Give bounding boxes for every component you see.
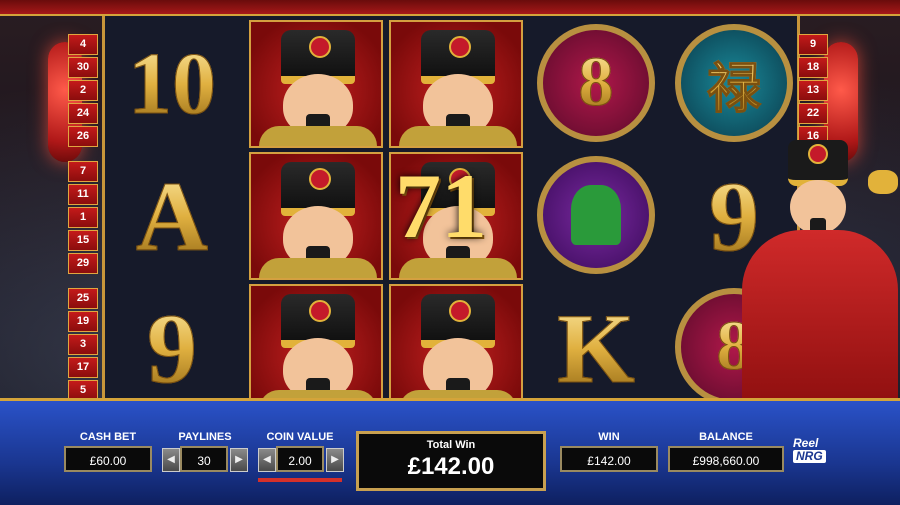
symbol-fortune-god xyxy=(249,152,383,280)
symbol-dragon-coin: 8 xyxy=(529,20,663,148)
payline-number[interactable]: 4 xyxy=(68,34,98,55)
big-win-number: 71 xyxy=(395,155,487,257)
symbol-9: 9 xyxy=(147,292,198,404)
payline-number[interactable]: 22 xyxy=(798,103,828,124)
symbol-bonsai-coin xyxy=(529,152,663,280)
payline-number[interactable]: 11 xyxy=(68,184,98,205)
paylines-label: PAYLINES xyxy=(178,431,232,443)
symbol-fortune-god xyxy=(249,284,383,412)
symbol-fortune-god xyxy=(389,284,523,412)
reel-nrg-logo: Reel NRG xyxy=(793,437,843,463)
symbol-fortune-coin: 禄 xyxy=(667,20,801,148)
payline-number[interactable]: 13 xyxy=(798,80,828,101)
win-value: £142.00 xyxy=(560,446,658,472)
coin-value-value: 2.00 xyxy=(276,446,324,472)
symbol-10: 10 xyxy=(128,35,217,133)
symbol-fortune-god xyxy=(249,20,383,148)
coin-value-label: COIN VALUE xyxy=(266,431,334,443)
coin-value-decrease-button[interactable]: ◀ xyxy=(258,448,276,472)
payline-number[interactable]: 24 xyxy=(68,103,98,124)
payline-number[interactable]: 9 xyxy=(798,34,828,55)
payline-number[interactable]: 2 xyxy=(68,80,98,101)
symbol-k: K xyxy=(557,292,636,404)
payline-number[interactable]: 15 xyxy=(68,230,98,251)
symbol-a: A xyxy=(135,160,209,272)
paylines-value: 30 xyxy=(180,446,228,472)
payline-number[interactable]: 1 xyxy=(68,207,98,228)
payline-number[interactable]: 18 xyxy=(798,57,828,78)
payline-number[interactable]: 25 xyxy=(68,288,98,309)
payline-number[interactable]: 30 xyxy=(68,57,98,78)
payline-number[interactable]: 29 xyxy=(68,253,98,274)
cash-bet-label: CASH BET xyxy=(79,431,137,443)
fortune-god-character xyxy=(718,130,900,420)
total-win-label: Total Win xyxy=(426,439,476,451)
payline-number[interactable]: 3 xyxy=(68,334,98,355)
total-win-panel: Total Win £142.00 xyxy=(356,431,546,491)
payline-number[interactable]: 7 xyxy=(68,161,98,182)
payline-markers-left: 4 30 2 24 26 7 11 1 15 29 25 19 3 17 5 xyxy=(68,34,98,403)
payline-number[interactable]: 26 xyxy=(68,126,98,147)
coin-value-increase-button[interactable]: ▶ xyxy=(326,448,344,472)
top-banner xyxy=(0,0,900,16)
balance-label: BALANCE xyxy=(699,431,753,443)
coin-value-indicator xyxy=(258,478,342,482)
balance-value: £998,660.00 xyxy=(668,446,784,472)
win-label: WIN xyxy=(598,431,620,443)
payline-number[interactable]: 17 xyxy=(68,357,98,378)
total-win-value: £142.00 xyxy=(407,453,495,480)
paylines-increase-button[interactable]: ▶ xyxy=(230,448,248,472)
payline-number[interactable]: 19 xyxy=(68,311,98,332)
cash-bet-value: £60.00 xyxy=(64,446,152,472)
symbol-fortune-god xyxy=(389,20,523,148)
paylines-decrease-button[interactable]: ◀ xyxy=(162,448,180,472)
